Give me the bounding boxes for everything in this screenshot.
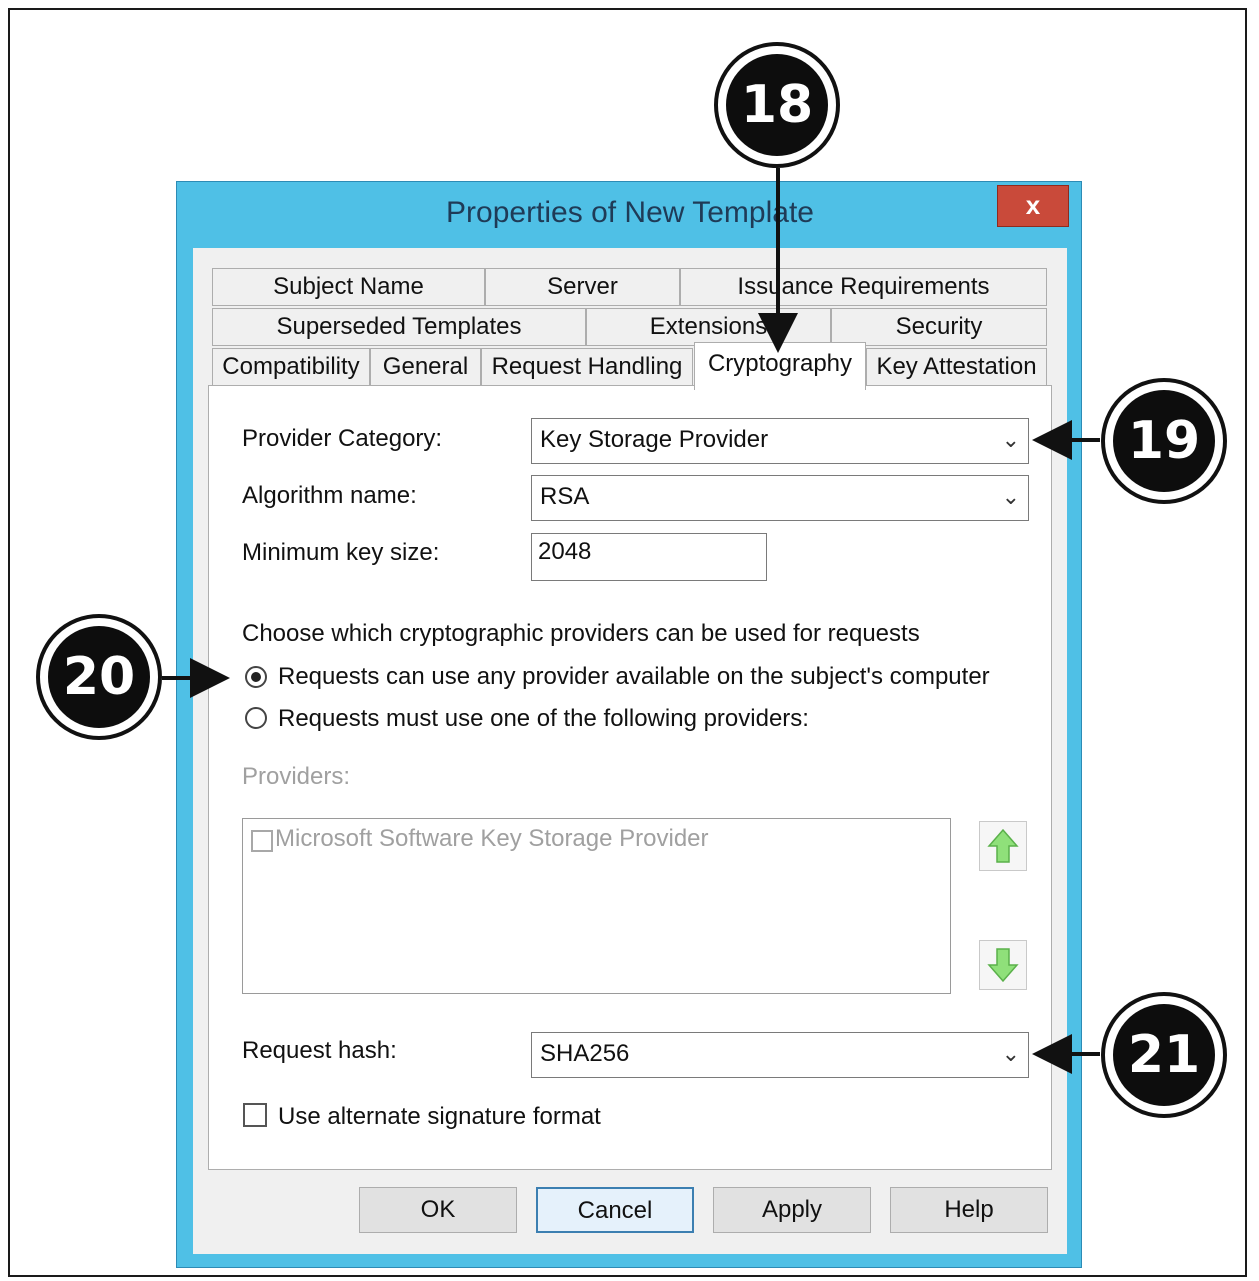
ok-button[interactable]: OK	[359, 1187, 517, 1233]
move-down-button[interactable]	[979, 940, 1027, 990]
provider-category-value: Key Storage Provider	[540, 426, 769, 453]
callout-18: 18	[714, 42, 840, 168]
alt-signature-label[interactable]: Use alternate signature format	[278, 1103, 601, 1131]
apply-button[interactable]: Apply	[713, 1187, 871, 1233]
request-hash-label: Request hash:	[242, 1037, 397, 1064]
callout-21-number: 21	[1113, 1004, 1215, 1106]
provider-name: Microsoft Software Key Storage Provider	[275, 825, 709, 852]
callout-20-number: 20	[48, 626, 150, 728]
callout-19-number: 19	[1113, 390, 1215, 492]
choose-providers-text: Choose which cryptographic providers can…	[242, 620, 920, 647]
algorithm-name-label: Algorithm name:	[242, 482, 417, 509]
radio-must-use-provider[interactable]	[245, 707, 267, 729]
panel-content: Provider Category: Key Storage Provider …	[0, 0, 1259, 1281]
providers-listbox[interactable]: Microsoft Software Key Storage Provider	[242, 818, 951, 994]
callout-20: 20	[36, 614, 162, 740]
callout-21: 21	[1101, 992, 1227, 1118]
help-button[interactable]: Help	[890, 1187, 1048, 1233]
provider-category-select[interactable]: Key Storage Provider ⌄	[531, 418, 1029, 464]
alt-signature-checkbox[interactable]	[243, 1103, 267, 1127]
algorithm-name-select[interactable]: RSA ⌄	[531, 475, 1029, 521]
radio-must-use-provider-label[interactable]: Requests must use one of the following p…	[278, 705, 809, 733]
cancel-button[interactable]: Cancel	[536, 1187, 694, 1233]
request-hash-select[interactable]: SHA256 ⌄	[531, 1032, 1029, 1078]
chevron-down-icon: ⌄	[1001, 1041, 1020, 1066]
callout-19: 19	[1101, 378, 1227, 504]
request-hash-value: SHA256	[540, 1040, 630, 1067]
radio-any-provider-label[interactable]: Requests can use any provider available …	[278, 663, 990, 691]
arrow-up-icon	[987, 828, 1019, 863]
providers-label: Providers:	[242, 763, 351, 790]
provider-checkbox[interactable]	[251, 830, 273, 852]
provider-category-label: Provider Category:	[242, 425, 443, 452]
min-key-size-input[interactable]: 2048	[531, 533, 767, 581]
chevron-down-icon: ⌄	[1001, 427, 1020, 452]
move-up-button[interactable]	[979, 821, 1027, 871]
chevron-down-icon: ⌄	[1001, 484, 1020, 509]
arrow-down-icon	[987, 948, 1019, 983]
algorithm-name-value: RSA	[540, 483, 590, 510]
min-key-size-label: Minimum key size:	[242, 539, 440, 566]
callout-18-number: 18	[726, 54, 828, 156]
radio-any-provider[interactable]	[245, 666, 267, 688]
